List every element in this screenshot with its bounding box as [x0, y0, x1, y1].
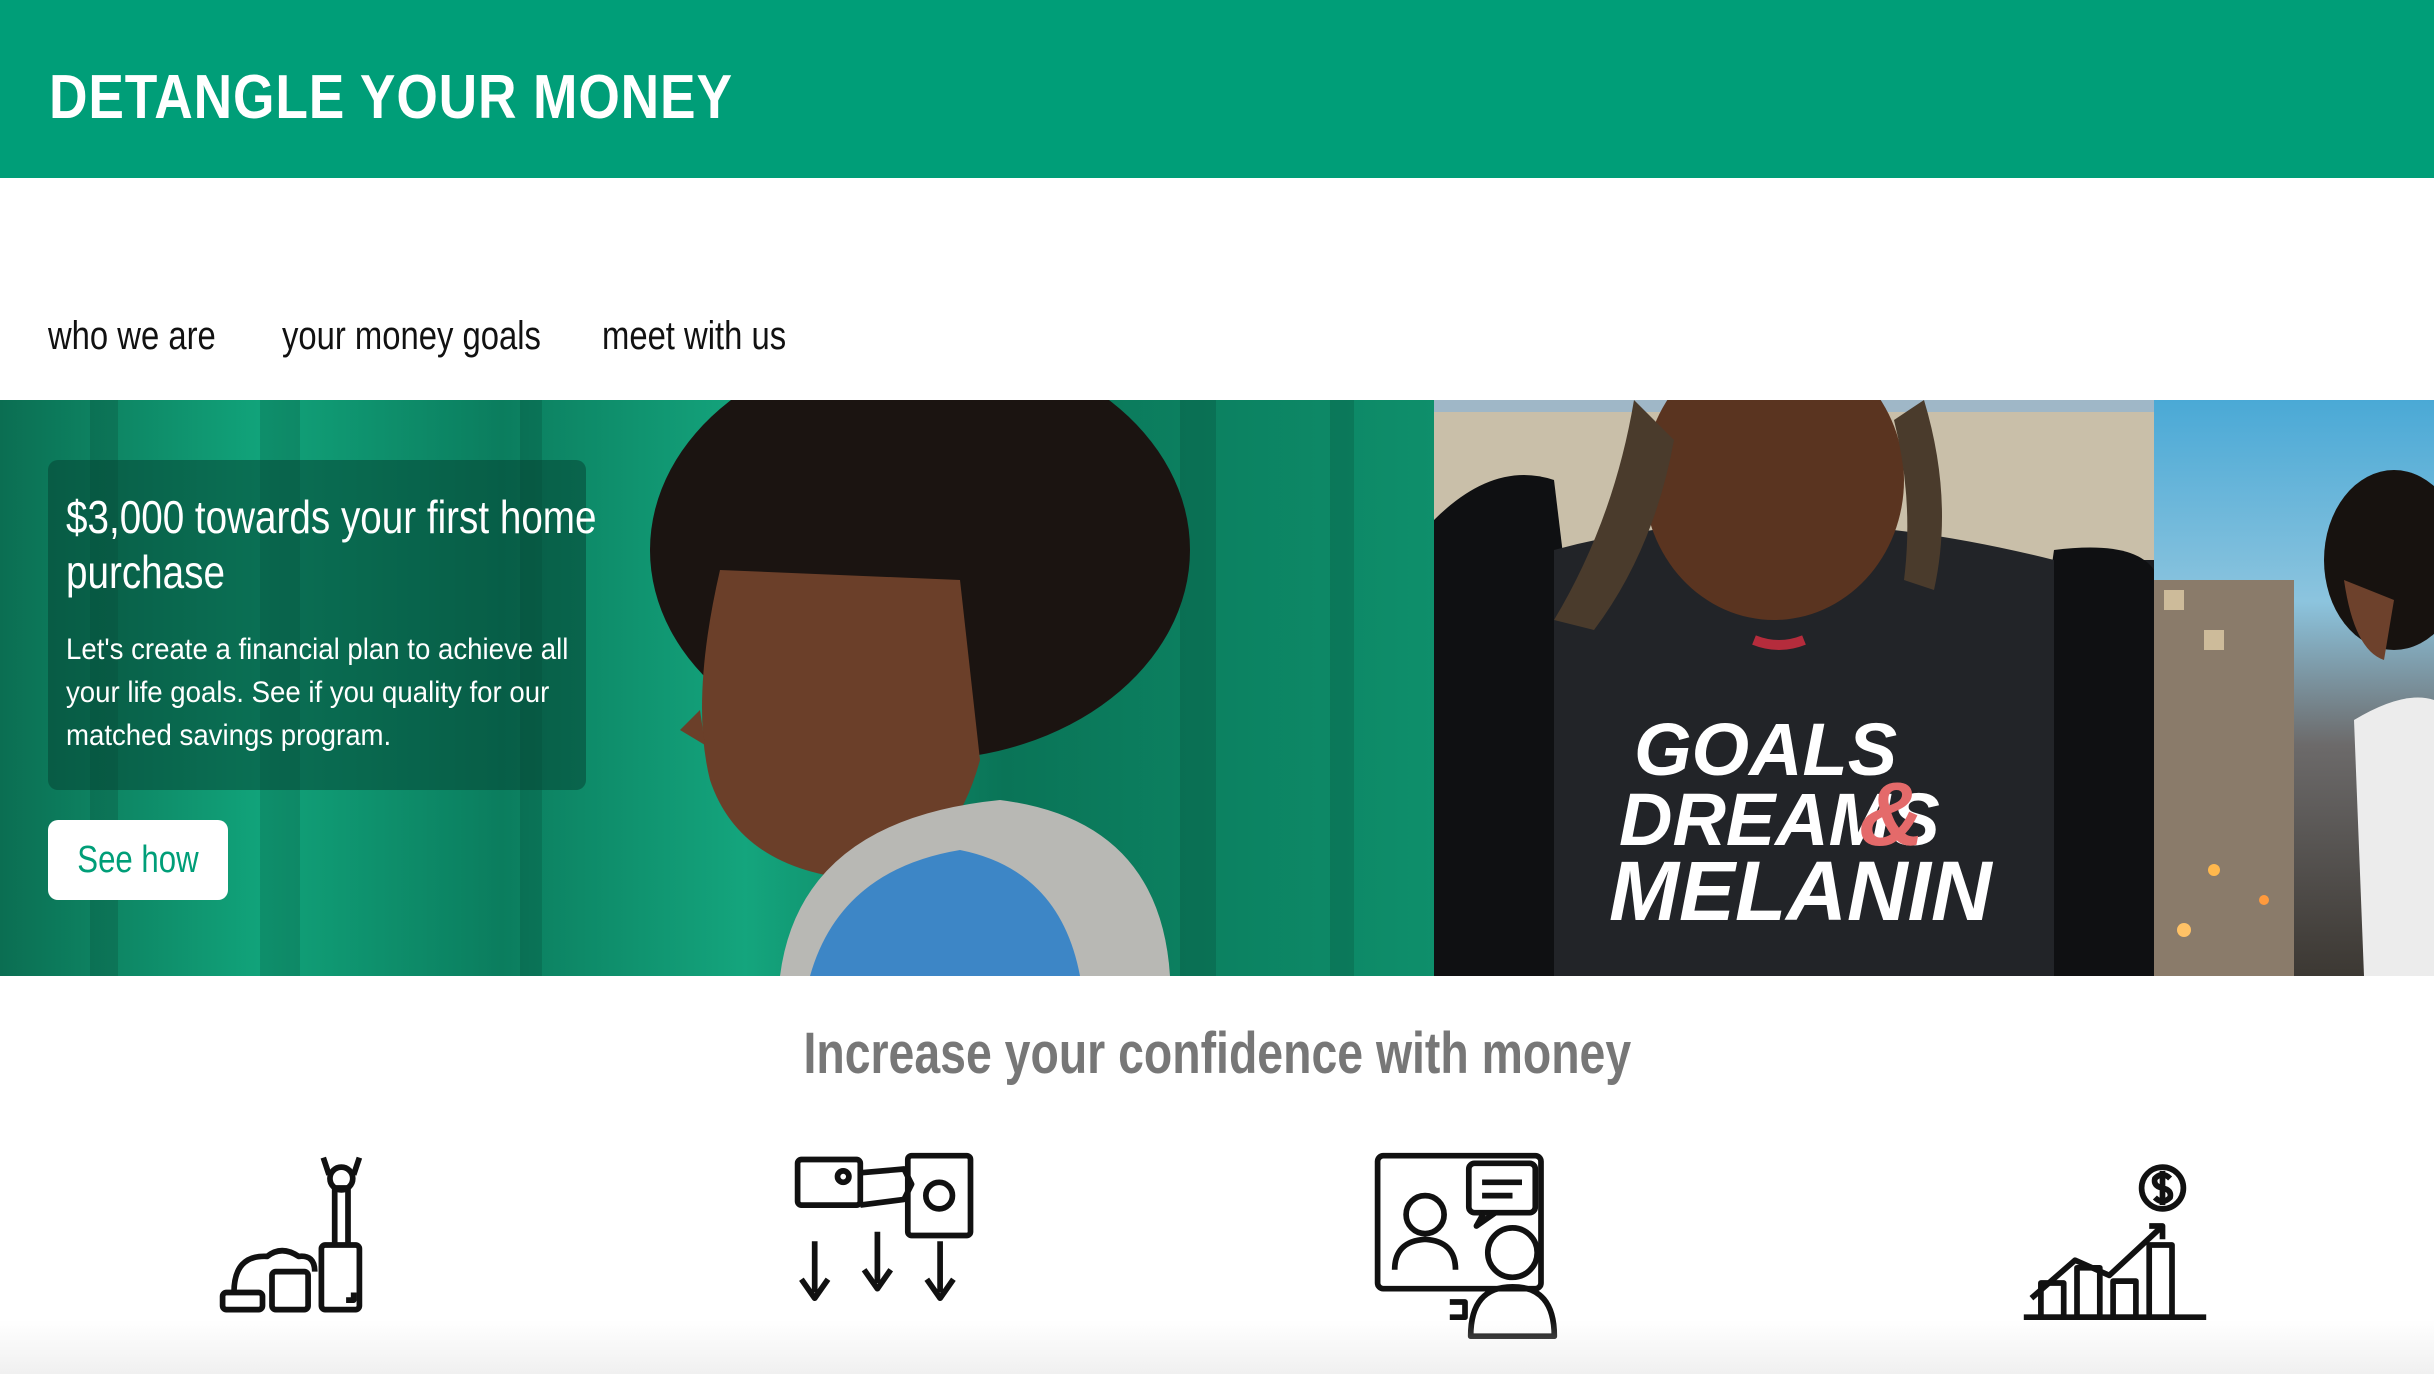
achievement-steps-icon	[215, 1150, 415, 1350]
nav-item-your-money-goals[interactable]: your money goals	[282, 314, 541, 359]
hero-image-woman-city	[2154, 400, 2434, 976]
payment-money-down-icon	[790, 1150, 990, 1350]
main-nav: who we are your money goals meet with us	[0, 300, 1000, 380]
brand-logo-text[interactable]: DETANGLE YOUR MONEY	[49, 62, 733, 133]
city-illustration	[2154, 470, 2434, 976]
see-how-button[interactable]: See how	[48, 820, 228, 900]
video-consultation-icon	[1370, 1150, 1570, 1350]
nav-item-meet-with-us[interactable]: meet with us	[602, 314, 786, 359]
nav-item-who-we-are[interactable]: who we are	[48, 314, 216, 359]
hero-callout: $3,000 towards your first home purchase …	[48, 460, 596, 790]
top-header: DETANGLE YOUR MONEY	[0, 0, 2434, 178]
see-how-label: See how	[77, 838, 199, 881]
shirt-text-melanin: MELANIN	[1609, 844, 1994, 938]
section-tagline-text: Increase your confidence with money	[803, 1021, 1631, 1086]
features-row	[0, 1150, 2434, 1350]
section-tagline: Increase your confidence with money	[0, 1020, 2434, 1087]
hero-title: $3,000 towards your first home purchase	[66, 491, 597, 598]
hero-image-man-green-wall: $3,000 towards your first home purchase …	[0, 400, 1434, 976]
hero-description: Let's create a financial plan to achieve…	[66, 633, 569, 752]
hero-image-woman-tshirt: GOALS DREAMS & MELANIN	[1434, 400, 2154, 976]
growth-chart-dollar-icon	[2020, 1150, 2220, 1350]
hero-carousel: $3,000 towards your first home purchase …	[0, 400, 2434, 976]
woman-tshirt-illustration: GOALS DREAMS & MELANIN	[1434, 400, 2154, 976]
